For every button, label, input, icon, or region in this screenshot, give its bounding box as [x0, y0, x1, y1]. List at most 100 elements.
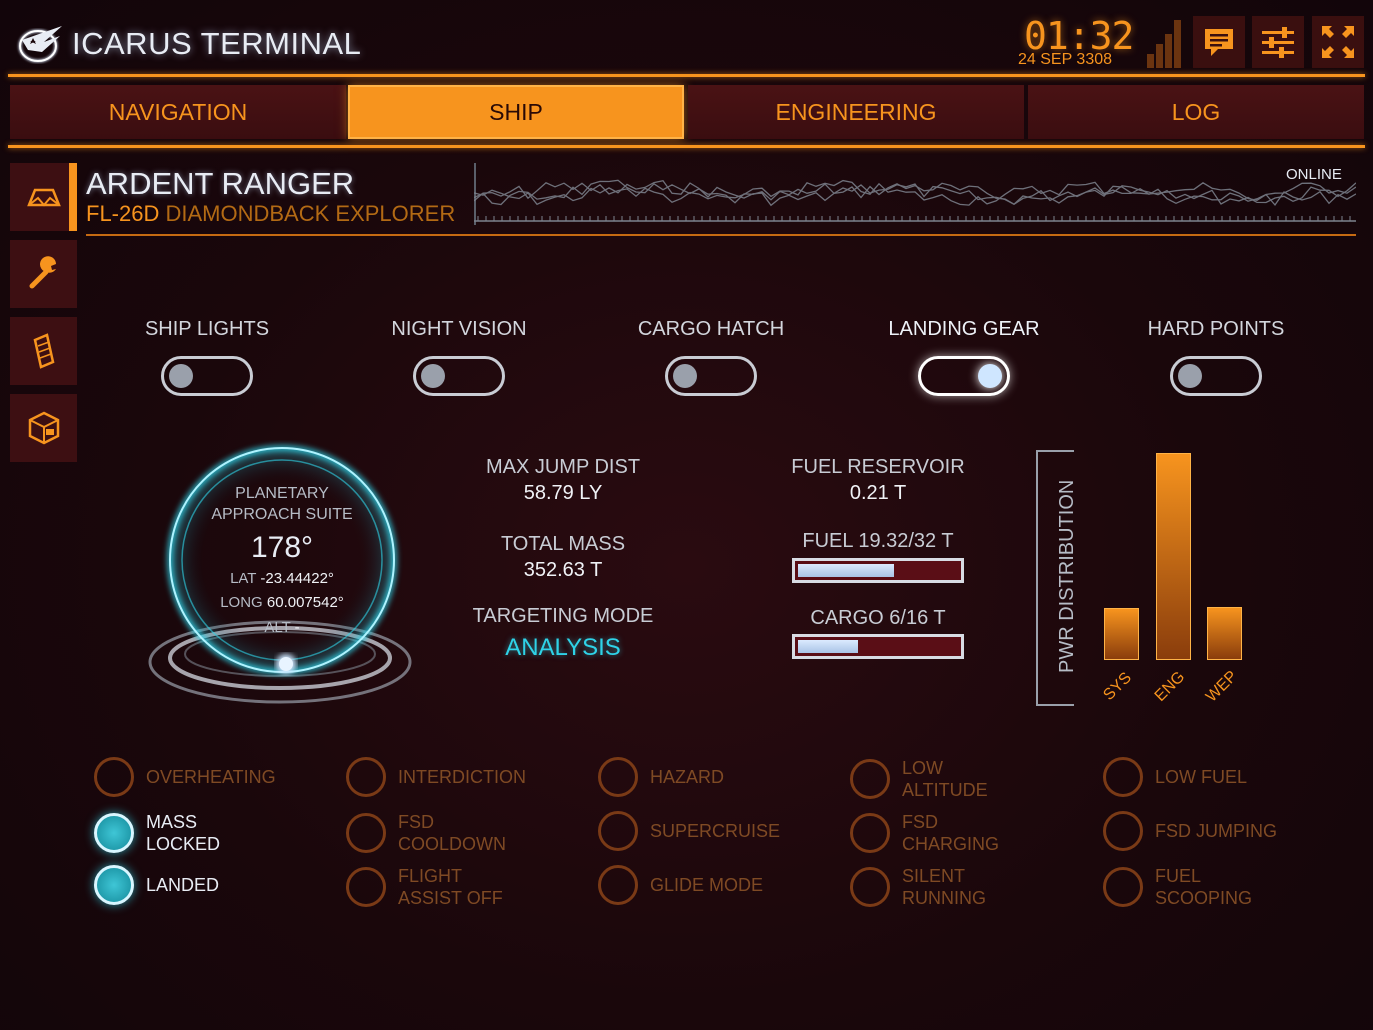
indicator-light: [598, 757, 638, 797]
tab-navigation[interactable]: NAVIGATION: [10, 85, 346, 139]
indicator-light: [1103, 811, 1143, 851]
power-distribution-label: PWR DISTRIBUTION: [1056, 479, 1078, 673]
ship-model: FL-26D DIAMONDBACK EXPLORER: [86, 201, 455, 227]
targeting-mode-label: TARGETING MODE: [472, 605, 654, 627]
icarus-logo-icon: [18, 26, 62, 63]
header: ICARUS TERMINAL 01:32 24 SEP 3308: [0, 0, 1373, 80]
power-bar-wep: [1207, 607, 1242, 660]
night-vision-toggle[interactable]: [413, 356, 505, 396]
indicator-silent-running: SILENT RUNNING: [850, 865, 986, 909]
indicator-light: [94, 813, 134, 853]
ship-status: ONLINE: [1286, 166, 1342, 183]
fuel-bar-fill: [798, 564, 894, 577]
indicator-flight-assist-off: FLIGHT ASSIST OFF: [346, 865, 503, 909]
indicator-light: [598, 811, 638, 851]
fuel-cell-icon: [33, 333, 54, 369]
indicator-fsd-charging: FSD CHARGING: [850, 811, 999, 855]
tabs-divider: [8, 145, 1365, 148]
settings-button[interactable]: [1252, 16, 1304, 68]
approach-latitude: LAT -23.44422°: [182, 570, 382, 587]
fullscreen-button[interactable]: [1312, 16, 1364, 68]
indicator-light: [346, 867, 386, 907]
alt-label: ALT: [264, 619, 291, 636]
indicator-light: [1103, 757, 1143, 797]
wrench-icon: [29, 256, 56, 289]
tab-ship[interactable]: SHIP: [348, 85, 684, 139]
max-jump-value: 58.79 LY: [523, 482, 603, 504]
indicator-label: LANDED: [146, 875, 220, 895]
chat-icon: [1205, 29, 1233, 56]
fuel-reservoir-label: FUEL RESERVOIR: [791, 456, 965, 478]
indicator-hazard: HAZARD: [598, 757, 724, 797]
sidebar-item-fuel[interactable]: [10, 317, 77, 385]
total-mass-value: 352.63 T: [523, 559, 603, 581]
indicator-label: FUEL SCOOPING: [1155, 866, 1253, 908]
toggle-knob: [978, 364, 1002, 388]
sidebar-item-ship[interactable]: [10, 163, 77, 231]
indicator-light: [346, 757, 386, 797]
indicator-fsd-jumping: FSD JUMPING: [1103, 811, 1277, 851]
power-label-sys: SYS: [1100, 669, 1135, 704]
ship-lights-label: SHIP LIGHTS: [144, 318, 270, 340]
hard-points-toggle[interactable]: [1170, 356, 1262, 396]
indicator-label: LOW ALTITUDE: [902, 758, 988, 800]
power-bar-sys: [1104, 608, 1139, 660]
toggle-knob: [421, 364, 445, 388]
fuel-label: FUEL 19.32/32 T: [802, 530, 954, 552]
approach-title-line1: PLANETARY: [235, 485, 329, 502]
indicator-label: INTERDICTION: [398, 767, 526, 787]
indicator-supercruise: SUPERCRUISE: [598, 811, 780, 851]
ship-header-divider: [86, 234, 1356, 236]
lat-value: -23.44422°: [260, 570, 334, 587]
hard-points-label: HARD POINTS: [1147, 318, 1285, 340]
indicator-light: [850, 813, 890, 853]
cargo-bar-fill: [798, 640, 858, 653]
indicator-low-fuel: LOW FUEL: [1103, 757, 1247, 797]
approach-altitude: ALT -: [182, 619, 382, 636]
indicator-fuel-scooping: FUEL SCOOPING: [1103, 865, 1252, 909]
long-label: LONG: [220, 594, 263, 611]
sidebar-item-engineering[interactable]: [10, 240, 77, 308]
lat-label: LAT: [230, 570, 257, 587]
indicator-light: [598, 865, 638, 905]
targeting-mode-value: ANALYSIS: [505, 634, 621, 661]
indicator-label: FLIGHT ASSIST OFF: [398, 866, 503, 908]
landing-gear-toggle[interactable]: [918, 356, 1010, 396]
sidebar-active-marker: [69, 163, 77, 231]
messages-button[interactable]: [1193, 16, 1245, 68]
indicator-label: HAZARD: [650, 767, 725, 787]
toggle-knob: [169, 364, 193, 388]
indicator-low-altitude: LOW ALTITUDE: [850, 757, 988, 801]
approach-heading: 178°: [250, 531, 314, 564]
ship-lights-toggle[interactable]: [161, 356, 253, 396]
cargo-progress-bar: [792, 634, 964, 659]
indicator-label: OVERHEATING: [146, 767, 276, 787]
indicator-light: [94, 865, 134, 905]
max-jump-label: MAX JUMP DIST: [485, 456, 641, 478]
signal-strength-icon: [1147, 20, 1181, 68]
ship-ident: FL-26D: [86, 201, 160, 226]
tab-log[interactable]: LOG: [1028, 85, 1364, 139]
cargo-box-icon: [28, 411, 59, 445]
night-vision-label: NIGHT VISION: [391, 318, 527, 340]
indicator-label: SILENT RUNNING: [902, 866, 986, 908]
tab-engineering[interactable]: ENGINEERING: [688, 85, 1024, 139]
sidebar-item-cargo[interactable]: [10, 394, 77, 462]
toggle-knob: [1178, 364, 1202, 388]
cargo-hatch-toggle[interactable]: [665, 356, 757, 396]
long-value: 60.007542°: [266, 594, 344, 611]
cargo-label: CARGO 6/16 T: [810, 607, 946, 629]
indicator-overheating: OVERHEATING: [94, 757, 276, 797]
power-bar-eng: [1156, 453, 1191, 660]
indicator-label: FSD CHARGING: [902, 812, 1000, 854]
sliders-icon: [1262, 27, 1294, 58]
fuel-reservoir-value: 0.21 T: [849, 482, 907, 504]
cargo-hatch-label: CARGO HATCH: [637, 318, 785, 340]
indicator-label: SUPERCRUISE: [650, 821, 781, 841]
app-title: ICARUS TERMINAL: [72, 26, 362, 61]
indicator-light: [94, 757, 134, 797]
indicator-label: MASS LOCKED: [146, 812, 221, 854]
telemetry-waveform: [474, 163, 1356, 225]
indicator-label: FSD COOLDOWN: [398, 812, 506, 854]
power-label-eng: ENG: [1151, 668, 1189, 705]
